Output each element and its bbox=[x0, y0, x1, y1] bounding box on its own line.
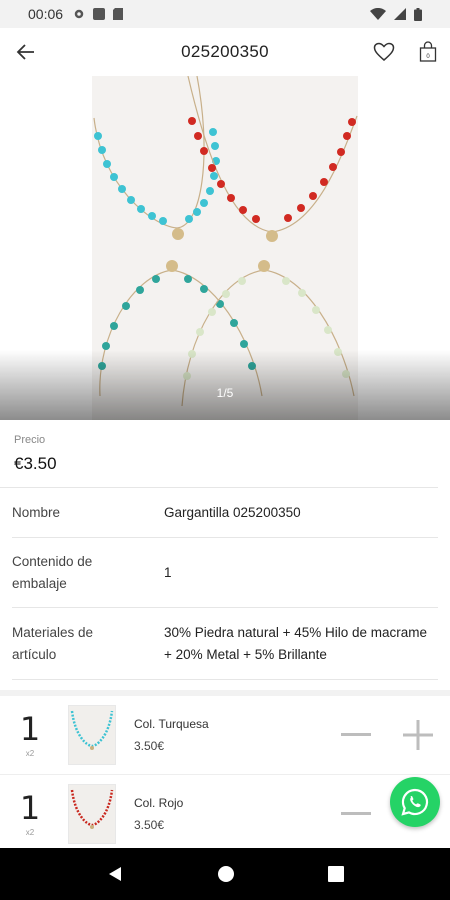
arrow-left-icon bbox=[16, 44, 34, 60]
detail-row-materials: Materiales de artículo 30% Piedra natura… bbox=[12, 608, 438, 680]
turquoise-necklace-image bbox=[70, 710, 114, 750]
variant-row: 1 x2 Col. Rojo 3.50€ bbox=[0, 775, 450, 854]
detail-value: 1 bbox=[164, 564, 172, 580]
detail-label: Contenido de embalaje bbox=[12, 553, 93, 591]
system-navigation-bar bbox=[0, 848, 450, 900]
cart-button[interactable]: 0 bbox=[406, 28, 450, 76]
whatsapp-button[interactable] bbox=[390, 777, 440, 827]
variant-name: Col. Rojo bbox=[134, 796, 184, 810]
quantity-display: 1 x2 bbox=[0, 713, 60, 758]
settings-icon bbox=[74, 9, 84, 19]
detail-label: Nombre bbox=[12, 504, 61, 520]
gallery-page-counter: 1/5 bbox=[216, 386, 234, 400]
status-notification-icons bbox=[73, 8, 124, 20]
decrease-quantity-button[interactable] bbox=[338, 796, 374, 832]
product-details: Precio €3.50 Nombre Gargantilla 02520035… bbox=[0, 420, 450, 680]
price-section: Precio €3.50 bbox=[0, 420, 438, 488]
quantity-multiplier: x2 bbox=[25, 748, 35, 758]
battery-icon bbox=[414, 7, 422, 21]
heart-icon bbox=[373, 42, 395, 61]
red-necklace-image bbox=[70, 789, 114, 829]
status-time: 00:06 bbox=[28, 6, 64, 22]
shopping-bag-icon: 0 bbox=[419, 41, 437, 62]
nav-home-icon[interactable] bbox=[217, 865, 235, 883]
plus-icon bbox=[403, 720, 433, 750]
sd-card-icon bbox=[113, 8, 124, 20]
product-image-gallery[interactable]: 1/5 bbox=[0, 76, 450, 420]
variant-row: 1 x2 Col. Turquesa 3.50€ bbox=[0, 696, 450, 775]
increase-quantity-button[interactable] bbox=[398, 715, 438, 755]
favorite-button[interactable] bbox=[362, 28, 406, 76]
back-button[interactable] bbox=[0, 28, 52, 76]
page-title: 025200350 bbox=[181, 42, 269, 61]
detail-row-packaging: Contenido de embalaje 1 bbox=[12, 538, 438, 608]
detail-label: Materiales de artículo bbox=[12, 624, 94, 662]
variant-info: Col. Rojo 3.50€ bbox=[134, 796, 183, 832]
variant-name: Col. Turquesa bbox=[134, 717, 209, 731]
wifi-icon bbox=[370, 8, 386, 20]
nav-recents-icon[interactable] bbox=[327, 866, 344, 882]
decrease-quantity-button[interactable] bbox=[338, 717, 374, 753]
variant-list: 1 x2 Col. Turquesa 3.50€ 1 x2 Col. Rojo … bbox=[0, 690, 450, 854]
detail-value: Gargantilla 025200350 bbox=[164, 504, 301, 520]
quantity-multiplier: x2 bbox=[25, 827, 35, 837]
minus-icon bbox=[341, 812, 371, 815]
quantity-display: 1 x2 bbox=[0, 792, 60, 837]
price-label: Precio bbox=[14, 434, 46, 446]
nav-back-icon[interactable] bbox=[106, 865, 124, 883]
price-value: €3.50 bbox=[14, 454, 57, 473]
status-system-icons bbox=[370, 7, 422, 21]
status-bar: 00:06 bbox=[0, 0, 450, 28]
notification-square-icon bbox=[93, 8, 106, 20]
quantity-value: 1 bbox=[19, 709, 41, 748]
quantity-value: 1 bbox=[19, 788, 41, 827]
gallery-shade bbox=[0, 350, 450, 420]
svg-text:0: 0 bbox=[426, 54, 430, 60]
minus-icon bbox=[341, 733, 371, 736]
variant-thumbnail[interactable] bbox=[68, 705, 116, 765]
app-bar: 025200350 0 bbox=[0, 28, 450, 76]
variant-thumbnail[interactable] bbox=[68, 784, 116, 844]
detail-value: 30% Piedra natural + 45% Hilo de macrame… bbox=[164, 624, 428, 662]
variant-price: 3.50€ bbox=[134, 739, 165, 753]
whatsapp-icon bbox=[401, 788, 429, 816]
variant-price: 3.50€ bbox=[134, 818, 165, 832]
detail-row-name: Nombre Gargantilla 025200350 bbox=[12, 488, 438, 538]
signal-icon bbox=[394, 8, 406, 20]
variant-info: Col. Turquesa 3.50€ bbox=[134, 717, 209, 753]
